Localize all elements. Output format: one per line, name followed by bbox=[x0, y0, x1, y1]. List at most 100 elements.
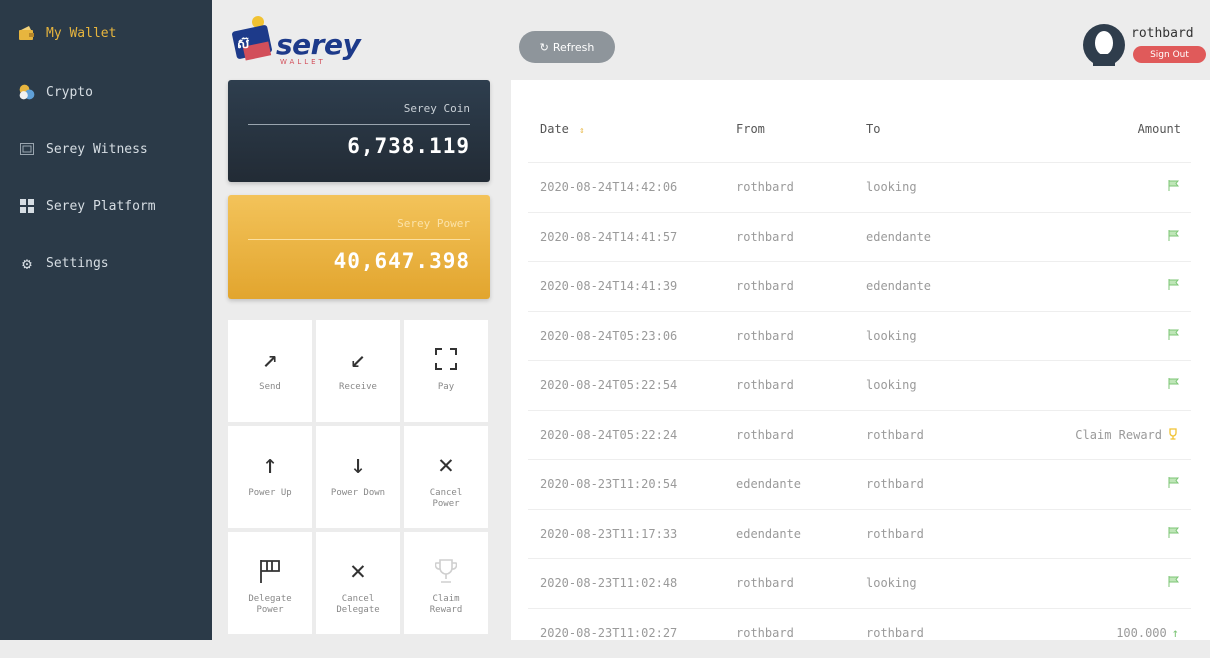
refresh-icon: ↻ bbox=[539, 40, 549, 54]
cancel-power-button[interactable]: ✕ Cancel Power bbox=[404, 426, 488, 528]
divider bbox=[248, 239, 470, 240]
close-icon: ✕ bbox=[350, 556, 366, 586]
cell-to[interactable]: looking bbox=[866, 180, 917, 194]
power-down-label: Power Down bbox=[330, 488, 386, 498]
cell-from[interactable]: rothbard bbox=[736, 329, 794, 343]
scan-frame-icon bbox=[435, 342, 457, 376]
cell-to[interactable]: looking bbox=[866, 329, 917, 343]
delegate-power-label: Delegate Power bbox=[248, 594, 292, 615]
cell-amount bbox=[1163, 229, 1179, 244]
cell-from[interactable]: rothbard bbox=[736, 626, 794, 640]
pay-button[interactable]: Pay bbox=[404, 320, 488, 422]
serey-coin-card: Serey Coin 6,738.119 bbox=[228, 80, 490, 182]
delegate-power-button[interactable]: Delegate Power bbox=[228, 532, 312, 634]
power-up-label: Power Up bbox=[248, 488, 292, 498]
arrow-down-icon: ↓ bbox=[350, 450, 366, 480]
claim-reward-button[interactable]: Claim Reward bbox=[404, 532, 488, 634]
cell-from[interactable]: rothbard bbox=[736, 279, 794, 293]
sidebar-item-my-wallet[interactable]: My Wallet bbox=[18, 20, 116, 46]
table-row[interactable]: 2020-08-24T05:22:24 rothbard rothbard Claim… bbox=[528, 409, 1191, 460]
sidebar-item-serey-witness[interactable]: Serey Witness bbox=[18, 136, 148, 162]
cell-from[interactable]: edendante bbox=[736, 527, 801, 541]
column-header-date[interactable]: Date ⇕ bbox=[540, 122, 585, 136]
cell-from[interactable]: edendante bbox=[736, 477, 801, 491]
logo-subtext: WALLET bbox=[280, 58, 326, 66]
table-row[interactable]: 2020-08-23T11:02:27 rothbard rothbard 100.0… bbox=[528, 607, 1191, 658]
sign-out-button[interactable]: Sign Out bbox=[1133, 46, 1206, 63]
trophy-icon bbox=[435, 554, 457, 588]
cancel-delegate-button[interactable]: ✕ Cancel Delegate bbox=[316, 532, 400, 634]
sidebar-item-label: Crypto bbox=[46, 84, 93, 100]
sidebar-item-label: Serey Platform bbox=[46, 198, 156, 214]
witness-icon bbox=[18, 140, 36, 158]
table-row[interactable]: 2020-08-23T11:17:33 edendante rothbard bbox=[528, 508, 1191, 559]
flag-icon bbox=[1168, 526, 1179, 541]
date-header-label: Date bbox=[540, 122, 569, 136]
cell-date: 2020-08-24T14:41:57 bbox=[540, 229, 678, 244]
arrow-up-icon: ↑ bbox=[262, 450, 278, 480]
amount-text: 100.000 bbox=[1116, 625, 1167, 640]
crypto-coins-icon bbox=[18, 83, 36, 101]
delegate-flag-icon bbox=[258, 554, 282, 588]
cell-from[interactable]: rothbard bbox=[736, 180, 794, 194]
table-row[interactable]: 2020-08-24T14:41:57 rothbard edendante bbox=[528, 211, 1191, 262]
cell-amount bbox=[1163, 279, 1179, 293]
sidebar-item-settings[interactable]: ⚙ Settings bbox=[18, 250, 108, 276]
receive-arrow-icon: ↙ bbox=[350, 344, 366, 374]
logo-mark-icon: ស៊ bbox=[232, 16, 272, 61]
table-row[interactable]: 2020-08-24T14:42:06 rothbard looking bbox=[528, 162, 1191, 212]
cell-date: 2020-08-23T11:17:33 bbox=[540, 526, 678, 541]
logo-text: serey bbox=[276, 28, 361, 61]
cell-date: 2020-08-24T05:23:06 bbox=[540, 328, 678, 343]
serey-wallet-logo[interactable]: ស៊ serey WALLET bbox=[228, 14, 368, 70]
username: rothbard bbox=[1131, 26, 1194, 41]
power-down-button[interactable]: ↓ Power Down bbox=[316, 426, 400, 528]
cell-to[interactable]: looking bbox=[866, 378, 917, 392]
cell-date: 2020-08-23T11:20:54 bbox=[540, 477, 678, 491]
cell-amount bbox=[1163, 378, 1179, 392]
cell-to[interactable]: edendante bbox=[866, 230, 931, 244]
cell-date: 2020-08-23T11:02:27 bbox=[540, 625, 678, 640]
cell-date: 2020-08-24T14:42:06 bbox=[540, 180, 678, 194]
cell-amount bbox=[1163, 477, 1179, 491]
table-row[interactable]: 2020-08-24T05:23:06 rothbard looking bbox=[528, 310, 1191, 361]
cell-to[interactable]: edendante bbox=[866, 279, 931, 293]
cell-date: 2020-08-24T05:22:54 bbox=[540, 378, 678, 392]
refresh-button[interactable]: ↻ Refresh bbox=[519, 31, 615, 63]
flag-icon bbox=[1168, 328, 1179, 343]
table-row[interactable]: 2020-08-23T11:02:48 rothbard looking bbox=[528, 558, 1191, 608]
close-icon: ✕ bbox=[438, 450, 454, 480]
serey-coin-label: Serey Coin bbox=[403, 102, 470, 115]
cell-to[interactable]: rothbard bbox=[866, 428, 924, 442]
cell-amount bbox=[1163, 526, 1179, 541]
serey-coin-balance: 6,738.119 bbox=[347, 134, 470, 158]
cell-from[interactable]: rothbard bbox=[736, 428, 794, 442]
send-button[interactable]: ↗ Send bbox=[228, 320, 312, 422]
cell-amount bbox=[1163, 328, 1179, 343]
cell-amount bbox=[1163, 180, 1179, 194]
cell-from[interactable]: rothbard bbox=[736, 230, 794, 244]
table-row[interactable]: 2020-08-24T14:41:39 rothbard edendante bbox=[528, 261, 1191, 311]
avatar[interactable] bbox=[1083, 24, 1125, 66]
cell-from[interactable]: rothbard bbox=[736, 378, 794, 392]
svg-text:ស៊: ស៊ bbox=[237, 37, 250, 52]
cell-to[interactable]: looking bbox=[866, 576, 917, 590]
sidebar-item-crypto[interactable]: Crypto bbox=[18, 79, 93, 105]
power-up-button[interactable]: ↑ Power Up bbox=[228, 426, 312, 528]
column-header-from: From bbox=[736, 122, 765, 136]
cancel-power-label: Cancel Power bbox=[429, 488, 463, 509]
sidebar-item-serey-platform[interactable]: Serey Platform bbox=[18, 193, 156, 219]
sidebar-item-label: Serey Witness bbox=[46, 141, 148, 157]
sidebar: My Wallet Crypto Serey Witness Serey Pla… bbox=[0, 0, 212, 640]
column-header-to: To bbox=[866, 122, 881, 136]
divider bbox=[248, 124, 470, 125]
receive-button[interactable]: ↙ Receive bbox=[316, 320, 400, 422]
cell-to[interactable]: rothbard bbox=[866, 626, 924, 640]
cell-to[interactable]: rothbard bbox=[866, 477, 924, 491]
table-row[interactable]: 2020-08-23T11:20:54 edendante rothbard bbox=[528, 459, 1191, 509]
cell-to[interactable]: rothbard bbox=[866, 527, 924, 541]
cell-amount: Claim Reward bbox=[1075, 427, 1179, 443]
cell-from[interactable]: rothbard bbox=[736, 576, 794, 590]
table-row[interactable]: 2020-08-24T05:22:54 rothbard looking bbox=[528, 360, 1191, 410]
column-header-amount: Amount bbox=[1137, 122, 1181, 136]
